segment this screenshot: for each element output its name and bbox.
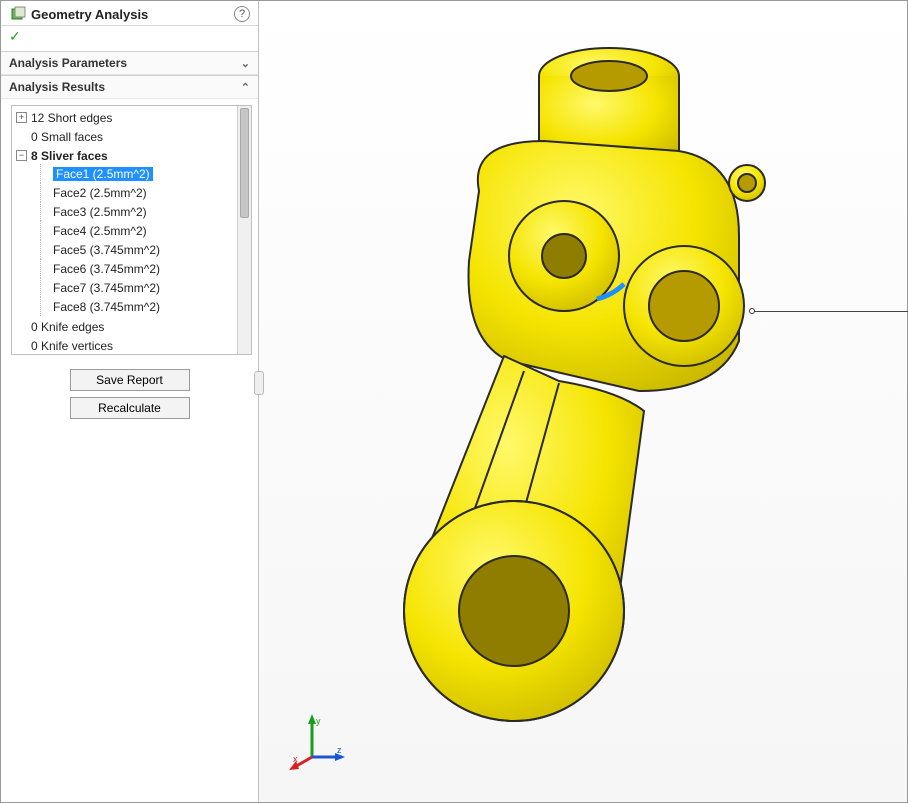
tree-node-sliver-faces[interactable]: − 8 Sliver faces xyxy=(16,147,237,164)
tree-spacer xyxy=(16,340,27,351)
tree-item-face5[interactable]: Face5 (3.745mm^2) xyxy=(53,241,237,258)
section-analysis-parameters[interactable]: Analysis Parameters ⌄ xyxy=(1,51,258,75)
recalculate-button[interactable]: Recalculate xyxy=(70,397,190,419)
minus-icon[interactable]: − xyxy=(16,150,27,161)
triad-x-label: x xyxy=(293,754,298,764)
save-report-button[interactable]: Save Report xyxy=(70,369,190,391)
callout-leader-line xyxy=(752,311,908,312)
plus-icon[interactable]: + xyxy=(16,112,27,123)
tree-node-knife-edges[interactable]: 0 Knife edges xyxy=(16,318,237,335)
tree-node-knife-vertices[interactable]: 0 Knife vertices xyxy=(16,337,237,354)
help-icon[interactable]: ? xyxy=(234,6,250,22)
sliver-faces-children: Face1 (2.5mm^2) Face2 (2.5mm^2) Face3 (2… xyxy=(46,164,237,316)
results-buttons: Save Report Recalculate xyxy=(1,361,258,427)
tree-item-face2[interactable]: Face2 (2.5mm^2) xyxy=(53,184,237,201)
orientation-triad[interactable]: y z x xyxy=(287,712,347,772)
tree-spacer xyxy=(16,131,27,142)
tree-node-short-edges[interactable]: + 12 Short edges xyxy=(16,109,237,126)
tree-spacer xyxy=(16,321,27,332)
section-title: Analysis Results xyxy=(9,80,105,94)
tree-item-face7[interactable]: Face7 (3.745mm^2) xyxy=(53,279,237,296)
results-tree-container: + 12 Short edges 0 Small faces − xyxy=(1,99,258,361)
model-part[interactable] xyxy=(299,11,899,771)
tree-item-face1[interactable]: Face1 (2.5mm^2) xyxy=(53,165,237,182)
status-ok-icon: ✓ xyxy=(1,26,258,51)
tree-item-face6[interactable]: Face6 (3.745mm^2) xyxy=(53,260,237,277)
property-panel: Geometry Analysis ? ✓ Analysis Parameter… xyxy=(1,1,259,802)
chevron-up-icon: ⌃ xyxy=(241,81,250,94)
tree-item-face8[interactable]: Face8 (3.745mm^2) xyxy=(53,298,237,315)
panel-header: Geometry Analysis ? xyxy=(1,1,258,26)
callout-anchor-dot xyxy=(749,308,755,314)
tree-item-face4[interactable]: Face4 (2.5mm^2) xyxy=(53,222,237,239)
tree-scrollbar[interactable] xyxy=(237,106,251,354)
app-root: Geometry Analysis ? ✓ Analysis Parameter… xyxy=(0,0,908,803)
section-analysis-results[interactable]: Analysis Results ⌃ xyxy=(1,75,258,99)
graphics-viewport[interactable]: Area: 2.5mm^2 y z x xyxy=(259,1,907,802)
triad-y-label: y xyxy=(316,716,321,726)
section-title: Analysis Parameters xyxy=(9,56,127,70)
triad-z-label: z xyxy=(337,745,342,755)
scrollbar-thumb[interactable] xyxy=(240,108,249,218)
results-tree: + 12 Short edges 0 Small faces − xyxy=(11,105,252,355)
chevron-down-icon: ⌄ xyxy=(241,57,250,70)
tree-node-small-faces[interactable]: 0 Small faces xyxy=(16,128,237,145)
area-callout: Area: 2.5mm^2 xyxy=(749,301,908,321)
panel-title: Geometry Analysis xyxy=(31,7,234,22)
panel-splitter-handle[interactable] xyxy=(254,371,264,395)
feature-icon xyxy=(9,5,27,23)
tree-item-face3[interactable]: Face3 (2.5mm^2) xyxy=(53,203,237,220)
